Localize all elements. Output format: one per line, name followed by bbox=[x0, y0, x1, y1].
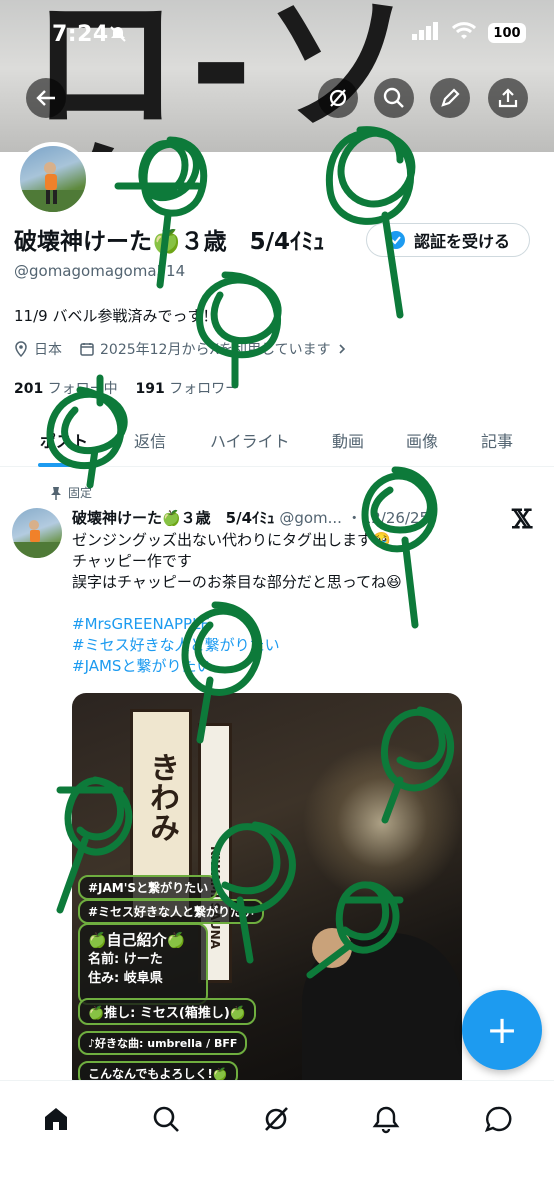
search-button[interactable] bbox=[374, 78, 414, 118]
intro-title: 🍏自己紹介🍏 bbox=[88, 931, 186, 949]
profile-meta: 日本 2025年12月からXを利用しています bbox=[14, 339, 347, 359]
get-verified-label: 認証を受ける bbox=[413, 232, 510, 251]
grok-icon bbox=[329, 89, 347, 107]
following-label: フォロー中 bbox=[47, 381, 118, 397]
hashtag-link[interactable]: #ミセス好きな人と繋がりたい bbox=[72, 635, 512, 656]
post-line: ゼンジングッズ出ない代わりにタグ出します🥹 bbox=[72, 531, 391, 549]
scribble bbox=[196, 271, 282, 389]
image-person-head bbox=[312, 928, 352, 968]
home-icon bbox=[45, 1108, 67, 1130]
hashtag-link[interactable]: #JAMSと繋がりたい bbox=[72, 656, 512, 677]
pinned-label: 固定 bbox=[50, 484, 92, 501]
post-date[interactable]: ・12/26/25 bbox=[347, 509, 429, 527]
calendar-icon bbox=[80, 343, 94, 356]
share-button[interactable] bbox=[488, 78, 528, 118]
followers-link[interactable]: 191 フォロワー bbox=[136, 381, 240, 397]
verified-badge-icon bbox=[386, 231, 405, 249]
status-time: 7:24 bbox=[52, 22, 109, 47]
followers-count: 191 bbox=[135, 381, 165, 397]
image-card: #JAM'Sと繋がりたい bbox=[78, 875, 219, 900]
post-image[interactable]: きわみ KIWAMI SAUNA #JAM'Sと繋がりたい #ミセス好きな人と繋… bbox=[72, 693, 462, 1093]
nav-search[interactable] bbox=[148, 1101, 184, 1137]
tab-highlights[interactable]: ハイライト bbox=[210, 428, 290, 452]
chevron-right-icon bbox=[339, 344, 345, 354]
profile-name: 破壊神けーた🍏３歳 5/4ｲﾐｭ bbox=[14, 229, 325, 255]
tab-videos[interactable]: 動画 bbox=[332, 428, 364, 452]
post-avatar[interactable] bbox=[12, 508, 62, 558]
wifi-icon bbox=[451, 22, 477, 44]
pencil-icon bbox=[441, 88, 460, 107]
nav-notifications[interactable] bbox=[368, 1101, 404, 1137]
post-text: ゼンジングッズ出ない代わりにタグ出します🥹 チャッピー作です 誤字はチャッピーの… bbox=[72, 530, 512, 677]
tab-media[interactable]: 画像 bbox=[406, 428, 438, 452]
post-author-name[interactable]: 破壊神けーた🍏３歳 5/4ｲﾐｭ bbox=[72, 509, 275, 527]
tab-articles[interactable]: 記事 bbox=[481, 428, 513, 452]
post-author-handle[interactable]: @gom... bbox=[279, 509, 342, 527]
bell-slash-icon bbox=[108, 24, 128, 48]
image-light-glow bbox=[302, 743, 462, 903]
messages-icon bbox=[484, 1106, 512, 1132]
post-line: 誤字はチャッピーのお茶目な部分だと思ってね😆 bbox=[72, 573, 402, 591]
search-icon bbox=[153, 1106, 179, 1132]
profile-avatar[interactable] bbox=[16, 142, 90, 216]
profile-location: 日本 bbox=[34, 342, 62, 358]
search-icon bbox=[383, 87, 404, 108]
bottom-navigation bbox=[0, 1080, 554, 1200]
arrow-left-icon bbox=[36, 90, 55, 106]
post-header: 破壊神けーた🍏３歳 5/4ｲﾐｭ @gom... ・12/26/25 bbox=[72, 507, 492, 528]
profile-bio: 11/9 バベル参戦済みでっす！ bbox=[14, 307, 218, 325]
nav-grok[interactable] bbox=[258, 1101, 294, 1137]
nav-messages[interactable] bbox=[480, 1101, 516, 1137]
profile-tabs: ポスト 返信 ハイライト 動画 画像 記事 bbox=[0, 418, 554, 467]
share-icon bbox=[498, 88, 518, 108]
status-indicators: 100 bbox=[412, 22, 526, 44]
pinned-text: 固定 bbox=[68, 486, 93, 500]
battery-indicator: 100 bbox=[488, 23, 526, 43]
active-tab-indicator bbox=[38, 463, 96, 467]
profile-joined[interactable]: 2025年12月からXを利用しています bbox=[100, 339, 331, 359]
nav-home[interactable] bbox=[38, 1101, 74, 1137]
image-card: ♪好きな曲: umbrella / BFF bbox=[78, 1031, 248, 1055]
intro-name: 名前: けーた bbox=[88, 952, 163, 967]
pin-icon bbox=[51, 486, 61, 500]
follow-stats: 201 フォロー中 191 フォロワー bbox=[14, 378, 239, 398]
following-link[interactable]: 201 フォロー中 bbox=[14, 381, 118, 397]
profile-handle: @gomagomagoma514 bbox=[14, 262, 186, 280]
image-card: 🍏推し: ミセス(箱推し)🍏 bbox=[78, 998, 256, 1025]
hashtag-link[interactable]: #MrsGREENAPPLE bbox=[72, 614, 512, 635]
post-line bbox=[72, 593, 512, 614]
status-bar: 7:24 100 bbox=[0, 0, 554, 72]
intro-home: 住み: 岐阜県 bbox=[88, 971, 163, 986]
tab-posts[interactable]: ポスト bbox=[40, 428, 88, 452]
avatar-photo bbox=[20, 162, 86, 212]
post-avatar-photo bbox=[12, 520, 62, 558]
back-button[interactable] bbox=[26, 78, 66, 118]
x-logo-icon: 𝕏 bbox=[512, 505, 533, 535]
get-verified-button[interactable]: 認証を受ける bbox=[366, 223, 530, 257]
image-card: #ミセス好きな人と繋がりたい bbox=[78, 899, 265, 924]
location-icon bbox=[15, 341, 27, 357]
signal-icon bbox=[412, 22, 440, 44]
edit-button[interactable] bbox=[430, 78, 470, 118]
shop-sign-text: きわみ bbox=[144, 752, 179, 842]
post-line: チャッピー作です bbox=[72, 552, 192, 570]
following-count: 201 bbox=[14, 381, 44, 397]
tab-replies[interactable]: 返信 bbox=[134, 428, 166, 452]
grok-button[interactable] bbox=[318, 78, 358, 118]
followers-label: フォロワー bbox=[169, 381, 240, 397]
notifications-icon bbox=[372, 1106, 400, 1134]
grok-icon bbox=[265, 1107, 288, 1131]
image-card-intro: 🍏自己紹介🍏 名前: けーた 住み: 岐阜県 bbox=[78, 923, 208, 1005]
compose-button[interactable]: + bbox=[462, 990, 542, 1070]
